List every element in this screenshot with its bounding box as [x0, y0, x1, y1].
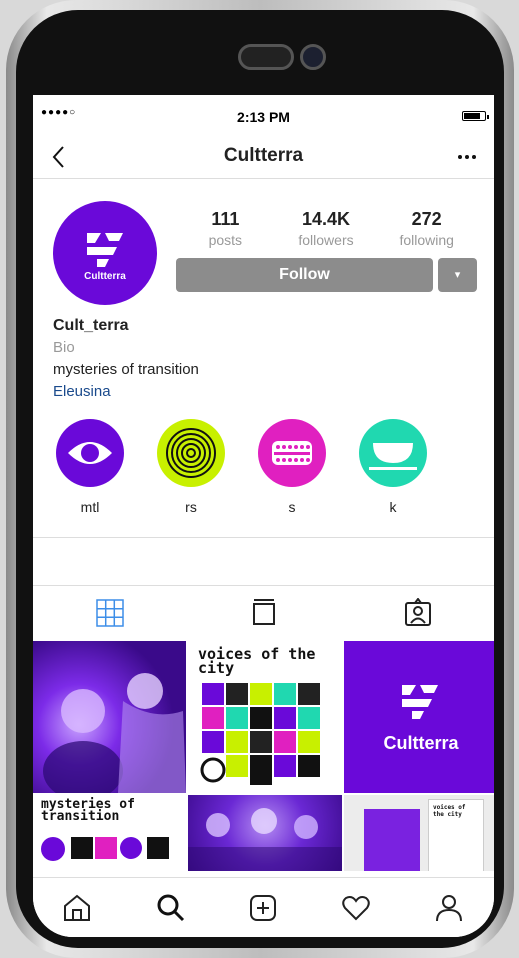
posts-grid: voices of the city Cultterra mysteries o… — [33, 641, 494, 871]
stat-following[interactable]: 272 following — [376, 209, 477, 248]
post-thumbnail[interactable]: Cultterra — [344, 641, 494, 793]
bio-text: mysteries of transition — [53, 361, 199, 378]
booklet-title: voices of the city — [433, 804, 466, 818]
post-title: mysteries of transition — [41, 797, 135, 824]
highlight-rs[interactable]: rs — [151, 419, 231, 515]
booklet-right: voices of the city — [428, 799, 484, 871]
booklet-left — [364, 809, 420, 871]
stat-value: 14.4K — [301, 209, 351, 229]
dots-icon — [258, 419, 326, 487]
profile-header: Cultterra 111 posts 14.4K followers 272 … — [33, 179, 494, 419]
bio-label: Bio — [53, 339, 75, 356]
post-thumbnail[interactable]: mysteries of transition — [33, 795, 186, 871]
search-icon[interactable] — [155, 892, 187, 924]
cultterra-logo-icon — [87, 233, 123, 267]
bowl-icon — [359, 419, 427, 487]
app-screen: ●●●●○ 2:13 PM Cultterra Cultterra 111 po… — [33, 95, 494, 937]
list-icon[interactable] — [249, 598, 279, 628]
avatar-logo-text: Cultterra — [84, 271, 126, 282]
nav-bar: Cultterra — [33, 135, 494, 179]
highlight-label: s — [288, 499, 296, 515]
avatar[interactable]: Cultterra — [53, 201, 157, 305]
grid-icon[interactable] — [95, 598, 125, 628]
highlight-mtl[interactable]: mtl — [50, 419, 130, 515]
post-thumbnail[interactable] — [33, 641, 186, 793]
spiral-icon — [157, 419, 225, 487]
profile-name: Cult_terra — [53, 317, 129, 334]
stat-posts[interactable]: 111 posts — [175, 209, 276, 248]
status-bar: ●●●●○ 2:13 PM — [33, 95, 494, 135]
post-title: voices of the city — [198, 645, 316, 677]
location-link[interactable]: Eleusina — [53, 381, 199, 403]
eye-icon — [56, 419, 124, 487]
suggestions-dropdown-button[interactable]: ▾ — [438, 258, 477, 292]
profile-stats: 111 posts 14.4K followers 272 following — [175, 209, 477, 248]
highlight-label: rs — [185, 499, 197, 515]
stat-value: 272 — [411, 209, 442, 229]
stat-label: following — [399, 232, 454, 248]
highlight-s[interactable]: s — [252, 419, 332, 515]
highlight-label: mtl — [80, 499, 100, 515]
post-thumbnail[interactable]: voices of the city — [344, 795, 494, 871]
stat-label: posts — [208, 232, 243, 248]
profile-tabs — [33, 586, 494, 640]
page-title: Cultterra — [223, 145, 304, 166]
profile-icon[interactable] — [433, 892, 465, 924]
speaker-grille — [238, 44, 294, 70]
post-logo-text: Cultterra — [383, 733, 459, 753]
highlight-label: k — [389, 499, 397, 515]
front-camera — [300, 44, 326, 70]
follow-button[interactable]: Follow — [176, 258, 433, 292]
stat-followers[interactable]: 14.4K followers — [276, 209, 377, 248]
bio-section: Cult_terra Bio mysteries of transition E… — [53, 315, 199, 403]
stat-value: 111 — [211, 209, 240, 229]
highlight-k[interactable]: k — [353, 419, 433, 515]
story-highlights: mtl rs s k — [33, 419, 494, 538]
add-post-icon[interactable] — [247, 892, 279, 924]
home-icon[interactable] — [61, 892, 93, 924]
post-thumbnail[interactable] — [188, 795, 342, 871]
more-horizontal-icon[interactable] — [456, 145, 478, 169]
heart-icon[interactable] — [340, 892, 372, 924]
bottom-nav — [33, 877, 494, 937]
battery-icon — [462, 111, 489, 121]
tagged-icon[interactable] — [403, 598, 433, 628]
spacer — [33, 538, 494, 586]
post-thumbnail[interactable]: voices of the city — [188, 641, 342, 793]
status-time: 2:13 PM — [237, 109, 290, 125]
stat-label: followers — [298, 232, 354, 248]
